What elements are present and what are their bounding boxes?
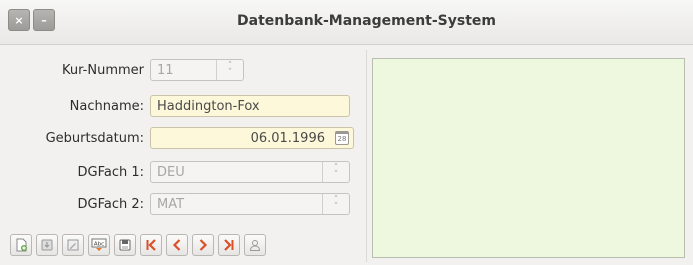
dgfach2-value: MAT [157, 196, 185, 212]
first-record-icon [146, 239, 156, 251]
next-record-icon [199, 239, 208, 251]
kur-nummer-spinbox[interactable]: 11 ˄ ˅ [150, 59, 244, 81]
save-record-button[interactable] [36, 234, 58, 256]
kur-nummer-value: 11 [157, 62, 174, 78]
previous-record-button[interactable] [166, 234, 188, 256]
dgfach1-label: DGFach 1: [77, 164, 144, 180]
last-record-icon [224, 239, 234, 251]
new-record-icon [16, 238, 27, 252]
last-record-button[interactable] [218, 234, 240, 256]
window-title: Datenbank-Management-System [237, 13, 496, 29]
first-record-button[interactable] [140, 234, 162, 256]
form-panel: Kur-Nummer 11 ˄ ˅ Nachname: Haddington-Fo… [10, 48, 364, 262]
calendar-icon[interactable]: 28 [335, 131, 349, 145]
geburtsdatum-input[interactable]: 06.01.1996 28 [150, 127, 354, 149]
floppy-icon [119, 239, 131, 251]
svg-text:Abc: Abc [94, 242, 104, 248]
title-bar: × – Datenbank-Management-System [0, 0, 693, 45]
next-record-button[interactable] [192, 234, 214, 256]
panel-divider [366, 50, 367, 262]
edit-icon [67, 239, 79, 251]
kur-nummer-label: Kur-Nummer [62, 62, 144, 78]
record-toolbar: Abc [10, 234, 266, 256]
dropdown-arrows-icon: ˄ ˅ [322, 162, 349, 182]
new-record-button[interactable] [10, 234, 32, 256]
spellcheck-button[interactable]: Abc [88, 234, 110, 256]
floppy-button[interactable] [114, 234, 136, 256]
nachname-input[interactable]: Haddington-Fox [150, 95, 350, 117]
spellcheck-icon: Abc [91, 238, 107, 251]
save-record-icon [41, 239, 53, 251]
nachname-value: Haddington-Fox [157, 98, 260, 114]
geburtsdatum-label: Geburtsdatum: [45, 130, 144, 146]
edit-button[interactable] [62, 234, 84, 256]
preview-panel [372, 58, 685, 258]
user-button[interactable] [244, 234, 266, 256]
dropdown-arrows-icon: ˄ ˅ [322, 194, 349, 214]
dgfach2-label: DGFach 2: [77, 196, 144, 212]
user-icon [249, 240, 261, 251]
nachname-label: Nachname: [69, 98, 144, 114]
previous-record-icon [172, 239, 181, 251]
spin-arrows-icon[interactable]: ˄ ˅ [216, 60, 243, 80]
geburtsdatum-value: 06.01.1996 [250, 130, 325, 146]
dgfach1-select[interactable]: DEU ˄ ˅ [150, 161, 350, 183]
dgfach1-value: DEU [157, 164, 185, 180]
dgfach2-select[interactable]: MAT ˄ ˅ [150, 193, 350, 215]
